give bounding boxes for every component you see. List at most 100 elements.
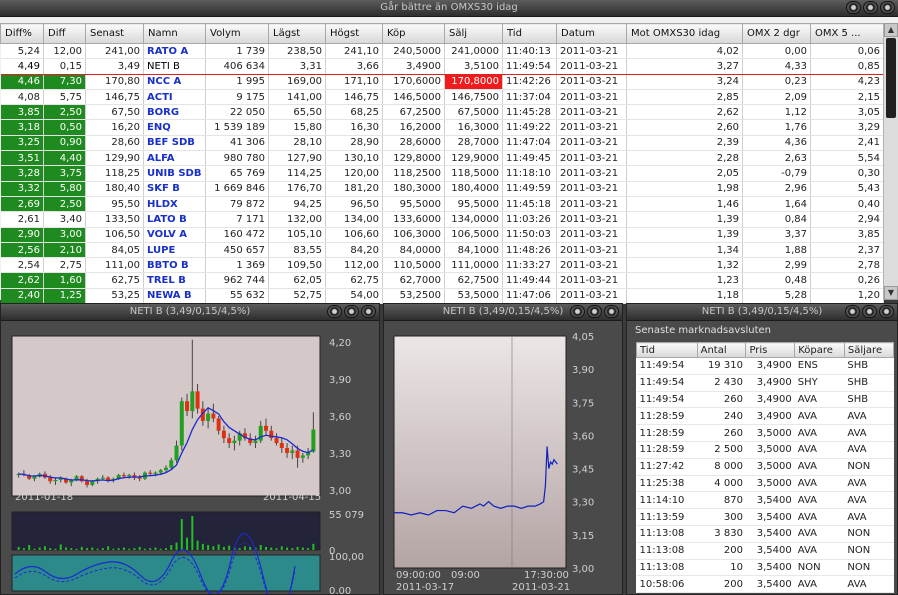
trade-row[interactable]: 11:13:08 3 830 3,5400 AVA NON xyxy=(636,525,894,543)
trade-cell: AVA xyxy=(844,508,894,526)
column-header[interactable]: Högst xyxy=(325,23,383,44)
column-header[interactable]: Senast xyxy=(85,23,144,44)
minimize-button[interactable] xyxy=(845,305,860,318)
table-row[interactable]: 2,56 2,10 84,05 LUPE 450 657 83,55 84,20 84,000… xyxy=(0,242,884,259)
trade-row[interactable]: 11:49:54 19 310 3,4900 ENS SHB xyxy=(636,357,894,375)
trade-row[interactable]: 11:13:59 300 3,5400 AVA AVA xyxy=(636,508,894,526)
quote-list-titlebar[interactable]: Går bättre än OMXS30 idag xyxy=(0,0,898,17)
candle-body xyxy=(100,477,105,479)
table-row[interactable]: 3,51 4,40 129,90 ALFA 980 780 127,90 130,10 129… xyxy=(0,150,884,167)
table-row[interactable]: 4,08 5,75 146,75 ACTI 9 175 141,00 146,75 146,5… xyxy=(0,89,884,106)
table-cell: BBTO B xyxy=(143,257,206,274)
table-cell: 2011-03-21 xyxy=(556,242,627,259)
minimize-button[interactable] xyxy=(846,1,861,14)
table-row[interactable]: 2,69 2,50 95,50 HLDX 79 872 94,25 96,50 95,5000… xyxy=(0,196,884,213)
table-row[interactable]: 2,61 3,40 133,50 LATO B7 171 132,00 134,00 133… xyxy=(0,211,884,228)
trades-column-header[interactable]: Pris xyxy=(745,342,796,358)
table-cell: 0,23 xyxy=(742,74,811,90)
table-cell: 2,96 xyxy=(742,181,811,197)
trade-row[interactable]: 11:28:59 240 3,4900 AVA AVA xyxy=(636,407,894,426)
table-cell: 62,75 xyxy=(85,272,144,289)
trade-row[interactable]: 11:13:08 200 3,5400 AVA NON xyxy=(636,542,894,560)
maximize-button[interactable] xyxy=(863,1,878,14)
candle-chart[interactable]: 4,203,903,603,303,0055 0790100,000,00 xyxy=(1,322,379,594)
column-header[interactable]: Volym xyxy=(205,23,269,44)
table-row[interactable]: 4,49 0,15 3,49 NETI B 406 634 3,31 3,66 3,4900 3… xyxy=(0,58,884,75)
trade-row[interactable]: 11:28:59 2 500 3,5000 AVA AVA xyxy=(636,441,894,459)
maximize-button[interactable] xyxy=(862,305,877,318)
table-row[interactable]: 3,32 5,80 180,40 SKF B1 669 846 176,70 181,20… xyxy=(0,181,884,197)
table-row[interactable]: 5,24 12,00 241,00 RATO A1 739 238,50 241,10 24… xyxy=(0,43,884,60)
table-cell: 1,12 xyxy=(742,104,811,121)
table-cell: 120,00 xyxy=(325,165,383,182)
trade-row[interactable]: 11:14:10 870 3,5400 AVA AVA xyxy=(636,491,894,510)
scroll-thumb[interactable] xyxy=(886,38,896,118)
column-header[interactable]: Diff% xyxy=(0,23,44,44)
trade-cell: NON xyxy=(844,458,894,476)
table-cell: 95,5000 xyxy=(444,196,503,213)
table-cell: 127,90 xyxy=(268,150,326,167)
candle-body xyxy=(285,448,290,453)
table-row[interactable]: 4,46 7,30 170,80 NCC A1 995 169,00 171,10 170,… xyxy=(0,74,884,90)
trade-row[interactable]: 11:49:54 2 430 3,4900 SHY SHB xyxy=(636,374,894,392)
table-cell: 67,50 xyxy=(85,104,144,121)
maximize-button[interactable] xyxy=(587,305,602,318)
trades-column-header[interactable]: Säljare xyxy=(843,342,895,358)
column-header[interactable]: Mot OMXS30 idag xyxy=(626,23,743,44)
candle-chart-titlebar[interactable]: NETI B (3,49/0,15/4,5%) xyxy=(1,304,379,321)
table-cell: 3,24 xyxy=(626,74,743,90)
table-cell: 109,50 xyxy=(268,257,326,274)
column-header[interactable]: Köp xyxy=(382,23,445,44)
table-cell: 3,29 xyxy=(810,119,884,136)
column-header[interactable]: Sälj xyxy=(444,23,503,44)
close-button[interactable] xyxy=(604,305,619,318)
close-button[interactable] xyxy=(361,305,376,318)
x-label-end-date: 2011-03-21 xyxy=(512,582,571,593)
table-row[interactable]: 3,85 2,50 67,50 BORG 22 050 65,50 68,25 67,2500… xyxy=(0,104,884,121)
table-cell: 133,50 xyxy=(85,211,144,228)
table-row[interactable]: 3,18 0,50 16,20 ENQ 1 539 189 15,80 16,30 16,20… xyxy=(0,119,884,136)
trade-cell: 3,5400 xyxy=(745,575,795,594)
trade-cell: 11:49:54 xyxy=(636,391,698,409)
trade-row[interactable]: 11:13:08 10 3,5400 NON NON xyxy=(636,559,894,577)
table-cell: TREL B xyxy=(143,272,206,289)
intraday-chart[interactable]: 4,05 3,90 3,75 3,60 3,45 3,30 3,15 3,00 xyxy=(384,322,622,594)
scroll-up-icon[interactable]: ▲ xyxy=(884,23,898,37)
column-header[interactable]: Namn xyxy=(143,23,206,44)
trade-row[interactable]: 10:58:06 200 3,5400 AVA AVA xyxy=(636,575,894,594)
trades-column-header[interactable]: Antal xyxy=(696,342,747,358)
table-row[interactable]: 3,25 0,90 28,60 BEF SDB 41 306 28,10 28,90 28,6… xyxy=(0,135,884,152)
column-header[interactable]: OMX 5 ... xyxy=(810,23,884,44)
column-header[interactable]: Datum xyxy=(556,23,627,44)
column-header[interactable]: Diff xyxy=(43,23,86,44)
maximize-button[interactable] xyxy=(344,305,359,318)
trade-row[interactable]: 11:28:59 260 3,5000 AVA AVA xyxy=(636,424,894,442)
close-button[interactable] xyxy=(879,305,894,318)
column-header[interactable]: Lägst xyxy=(268,23,326,44)
trade-row[interactable]: 11:27:42 8 000 3,5000 AVA NON xyxy=(636,458,894,476)
close-button[interactable] xyxy=(880,1,895,14)
quote-list-window: Går bättre än OMXS30 idag Diff% Diff Senas… xyxy=(0,0,898,305)
column-header[interactable]: Tid xyxy=(502,23,557,44)
table-row[interactable]: 3,28 3,75 118,25 UNIB SDB 65 769 114,25 120,00… xyxy=(0,165,884,182)
vertical-scrollbar[interactable]: ▲ ▼ xyxy=(883,23,898,300)
table-cell: 53,2500 xyxy=(382,288,445,305)
scroll-down-icon[interactable]: ▼ xyxy=(884,286,898,300)
intraday-chart-titlebar[interactable]: NETI B (3,49/0,15/4,5%) xyxy=(384,304,622,321)
table-cell: 65,50 xyxy=(268,104,326,121)
table-cell: 41 306 xyxy=(205,135,269,152)
trades-column-header[interactable]: Tid xyxy=(636,342,698,358)
table-row[interactable]: 2,54 2,75 111,00 BBTO B1 369 109,50 112,00 110… xyxy=(0,257,884,274)
table-row[interactable]: 2,40 1,25 53,25 NEWA B 55 632 52,75 54,00 53,25… xyxy=(0,288,884,305)
minimize-button[interactable] xyxy=(570,305,585,318)
table-row[interactable]: 2,90 3,00 106,50 VOLV A 160 472 105,10 106,60 1… xyxy=(0,227,884,243)
trade-row[interactable]: 11:25:38 4 000 3,5000 AVA AVA xyxy=(636,475,894,493)
column-header[interactable]: OMX 2 dgr xyxy=(742,23,811,44)
trades-titlebar[interactable]: NETI B (3,49/0,15/4,5%) xyxy=(627,304,897,321)
minimize-button[interactable] xyxy=(327,305,342,318)
trade-row[interactable]: 11:49:54 260 3,4900 AVA SHB xyxy=(636,391,894,409)
table-row[interactable]: 2,62 1,60 62,75 TREL B 962 744 62,05 62,75 62,7… xyxy=(0,272,884,289)
trade-cell: AVA xyxy=(844,575,894,594)
quote-table: Diff% Diff Senast Namn Volym Lägst Högst Köp Säl… xyxy=(0,23,884,305)
trades-column-header[interactable]: Köpare xyxy=(794,342,845,358)
